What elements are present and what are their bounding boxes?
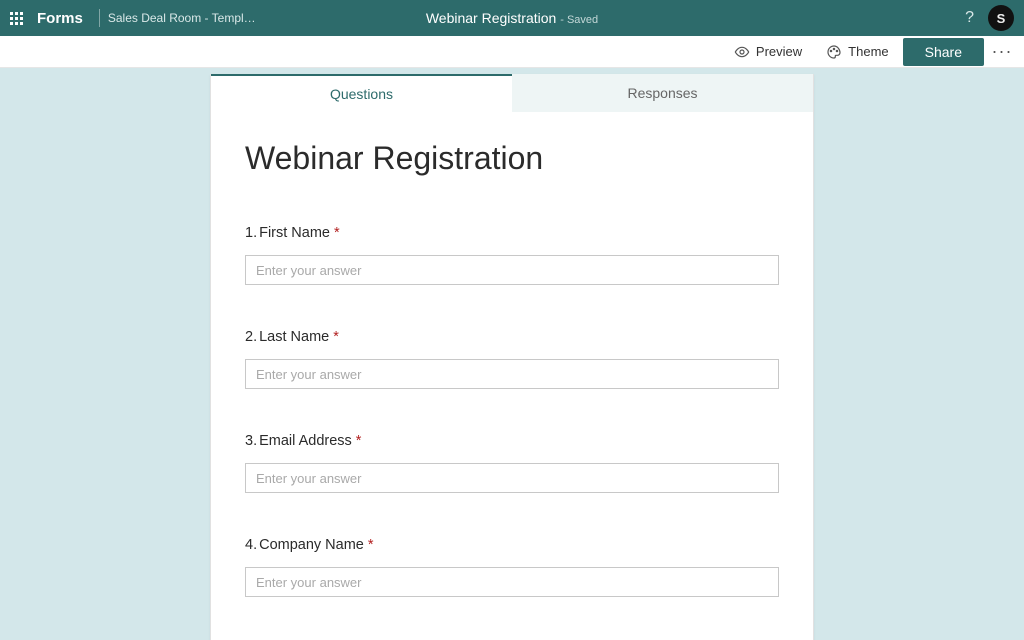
- required-mark: *: [334, 225, 340, 241]
- form-title[interactable]: Webinar Registration: [245, 140, 779, 177]
- required-mark: *: [333, 329, 339, 345]
- question-4: 4.Company Name*: [245, 537, 779, 597]
- question-number: 4.: [245, 537, 257, 553]
- question-label: 3.Email Address*: [245, 433, 779, 449]
- canvas: Questions Responses Webinar Registration…: [0, 68, 1024, 640]
- share-button[interactable]: Share: [903, 38, 984, 66]
- form-card: Questions Responses Webinar Registration…: [210, 74, 814, 640]
- question-label: 4.Company Name*: [245, 537, 779, 553]
- toolbar: Preview Theme Share ···: [0, 36, 1024, 68]
- question-number: 3.: [245, 433, 257, 449]
- avatar[interactable]: S: [988, 5, 1014, 31]
- document-title-text: Webinar Registration: [426, 10, 556, 26]
- help-icon[interactable]: ?: [965, 9, 974, 27]
- suite-bar: Forms Sales Deal Room - Templ… Webinar R…: [0, 0, 1024, 36]
- breadcrumb[interactable]: Sales Deal Room - Templ…: [108, 11, 256, 25]
- question-text: First Name: [259, 225, 330, 241]
- app-brand[interactable]: Forms: [37, 10, 83, 27]
- preview-label: Preview: [756, 44, 802, 59]
- required-mark: *: [368, 537, 374, 553]
- question-number: 1.: [245, 225, 257, 241]
- overflow-menu-icon[interactable]: ···: [988, 38, 1016, 66]
- palette-icon: [826, 44, 842, 60]
- tab-responses[interactable]: Responses: [512, 74, 813, 112]
- question-label: 1.First Name*: [245, 225, 779, 241]
- preview-button[interactable]: Preview: [724, 38, 812, 66]
- question-number: 2.: [245, 329, 257, 345]
- theme-button[interactable]: Theme: [816, 38, 898, 66]
- form-body: Webinar Registration 1.First Name* 2.Las…: [211, 112, 813, 640]
- question-2: 2.Last Name*: [245, 329, 779, 389]
- app-launcher-icon[interactable]: [10, 12, 23, 25]
- answer-input-2[interactable]: [245, 359, 779, 389]
- eye-icon: [734, 44, 750, 60]
- question-text: Company Name: [259, 537, 364, 553]
- share-label: Share: [925, 44, 962, 60]
- question-3: 3.Email Address*: [245, 433, 779, 493]
- tab-questions[interactable]: Questions: [211, 74, 512, 112]
- question-1: 1.First Name*: [245, 225, 779, 285]
- answer-input-3[interactable]: [245, 463, 779, 493]
- question-text: Last Name: [259, 329, 329, 345]
- save-status: - Saved: [560, 14, 598, 26]
- divider: [99, 9, 100, 27]
- required-mark: *: [356, 433, 362, 449]
- theme-label: Theme: [848, 44, 888, 59]
- answer-input-1[interactable]: [245, 255, 779, 285]
- tabs: Questions Responses: [211, 74, 813, 112]
- answer-input-4[interactable]: [245, 567, 779, 597]
- question-label: 2.Last Name*: [245, 329, 779, 345]
- question-text: Email Address: [259, 433, 352, 449]
